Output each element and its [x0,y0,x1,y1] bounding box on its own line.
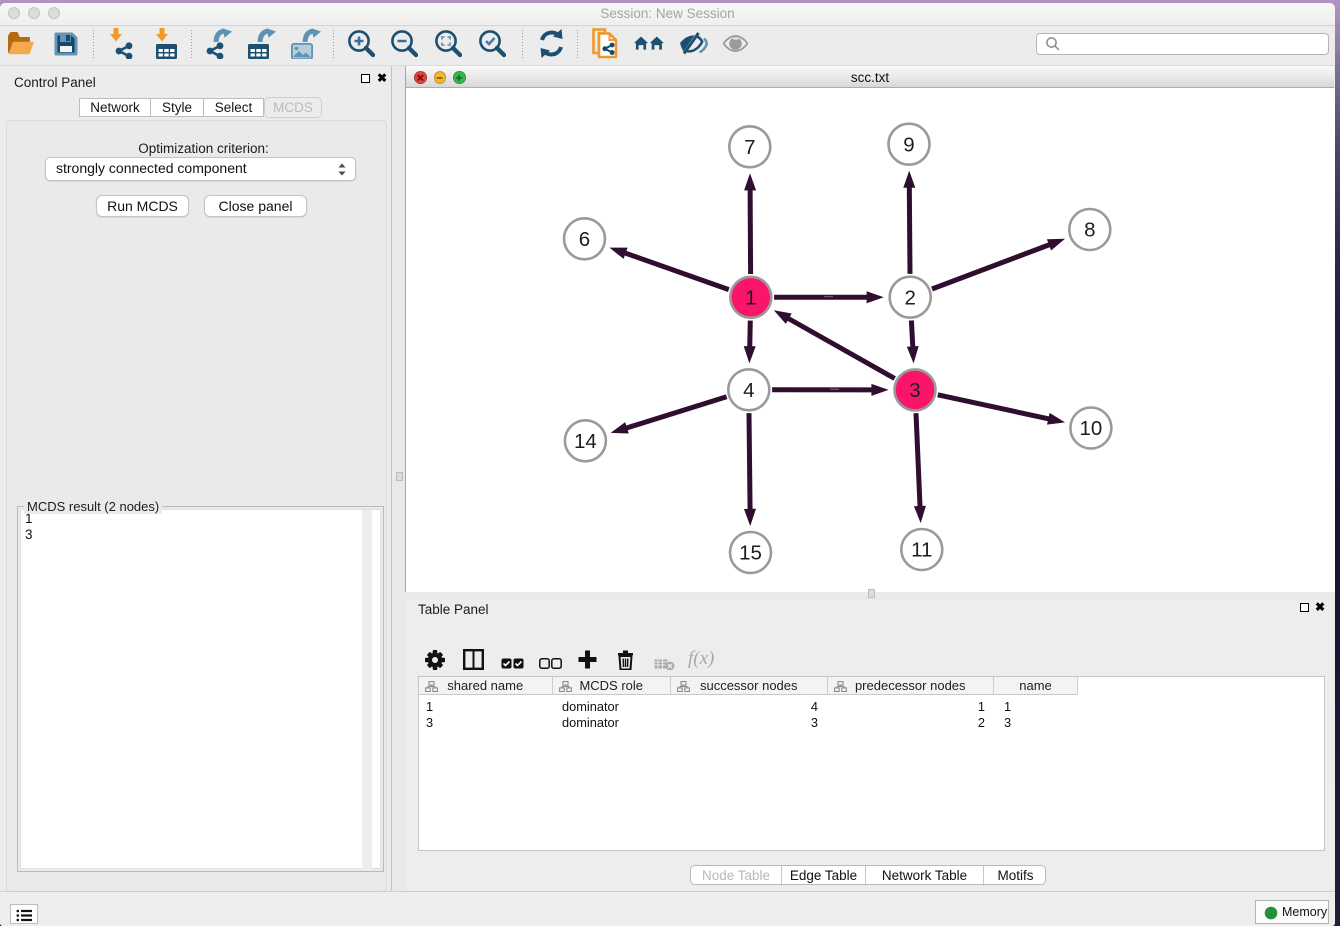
svg-text:4: 4 [743,379,754,402]
svg-text:2: 2 [904,286,915,309]
svg-text:14: 14 [574,430,597,453]
svg-text:6: 6 [579,228,590,251]
svg-text:11: 11 [911,539,932,562]
svg-text:9: 9 [903,133,914,156]
svg-text:8: 8 [1084,219,1095,242]
svg-text:15: 15 [739,542,762,565]
svg-text:1: 1 [745,287,756,310]
svg-text:10: 10 [1079,417,1102,440]
svg-text:3: 3 [909,379,920,402]
svg-text:7: 7 [744,136,755,159]
